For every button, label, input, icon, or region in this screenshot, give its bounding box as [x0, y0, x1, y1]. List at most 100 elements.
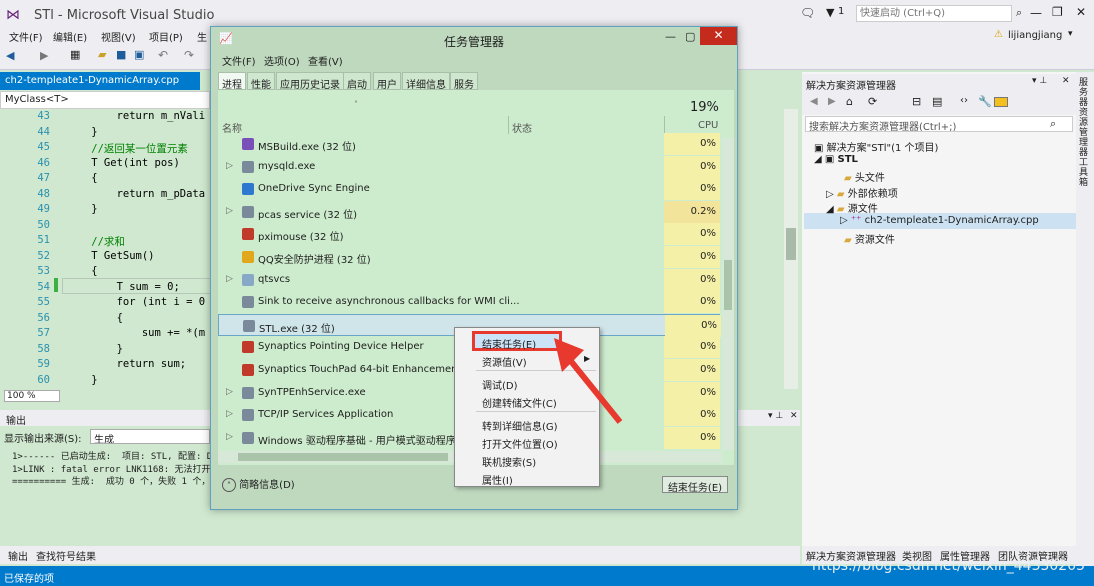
tab-startup[interactable]: 启动 [343, 72, 371, 91]
preview-icon[interactable] [994, 97, 1008, 107]
pin-icon[interactable]: ▾ ⊥ [1032, 76, 1047, 86]
code-line[interactable]: } [66, 203, 97, 215]
code-line[interactable]: return sum; [66, 358, 187, 370]
code-line[interactable]: //返回某一位置元素 [66, 141, 188, 156]
minimize-button[interactable]: — [665, 30, 676, 43]
home-icon[interactable]: ⌂ [846, 95, 853, 108]
document-tab[interactable]: ch2-templeate1-DynamicArray.cpp [0, 72, 200, 90]
panel-close-icon[interactable]: ✕ [790, 411, 798, 421]
code-line[interactable]: } [66, 374, 97, 386]
process-row[interactable]: QQ安全防护进程 (32 位) 0% [218, 246, 720, 268]
task-manager-title-bar[interactable]: 📈 任务管理器 — ▢ [211, 27, 737, 51]
tab-services[interactable]: 服务 [450, 72, 478, 91]
expand-chevron-icon[interactable]: ▷ [226, 206, 233, 216]
process-row[interactable]: Sink to receive asynchronous callbacks f… [218, 291, 720, 314]
expand-chevron-icon[interactable]: ▷ [226, 161, 233, 171]
side-strip-label[interactable]: 服务器资源管理器 工具箱 [1079, 78, 1091, 188]
new-project-icon[interactable]: ▦ [70, 48, 80, 61]
maximize-button[interactable]: ▢ [685, 30, 695, 43]
redo-icon[interactable]: ↷ [184, 48, 194, 62]
close-button[interactable]: ✕ [1076, 5, 1086, 19]
user-name[interactable]: lijiangjiang [1008, 30, 1062, 41]
code-line[interactable]: { [66, 312, 123, 324]
expand-chevron-icon[interactable]: ▷ [226, 409, 233, 419]
forward-icon[interactable]: ▶ [828, 96, 836, 107]
process-row[interactable]: MSBuild.exe (32 位) 0% [218, 133, 720, 155]
process-row[interactable]: pximouse (32 位) 0% [218, 223, 720, 246]
tree-folder-external[interactable]: ▷ ▰ 外部依赖项 [826, 185, 898, 200]
tm-menu-file[interactable]: 文件(F) [222, 53, 256, 68]
expand-chevron-icon[interactable]: ▷ [226, 387, 233, 397]
tree-folder-headers[interactable]: ▰ 头文件 [844, 169, 885, 184]
collapse-all-icon[interactable]: ⊟ [912, 95, 921, 108]
code-line[interactable]: for (int i = 0 [66, 296, 206, 308]
view-code-icon[interactable]: ‹› [960, 95, 968, 106]
output-source-select[interactable]: 生成 [90, 429, 210, 444]
save-all-icon[interactable]: ▣ [134, 48, 144, 61]
code-line[interactable]: } [66, 343, 123, 355]
close-button[interactable]: ✕ [700, 27, 737, 45]
scrollbar-thumb[interactable] [724, 260, 732, 310]
forward-icon[interactable]: ▶ [40, 49, 48, 62]
open-icon[interactable]: ▰ [98, 48, 106, 61]
feedback-icon[interactable]: 🗨 [800, 6, 815, 20]
tm-menu-view[interactable]: 查看(V) [308, 53, 343, 68]
code-line[interactable]: { [66, 265, 97, 277]
pin-icon[interactable]: ▾ ⊥ [768, 411, 783, 421]
end-task-button[interactable]: 结束任务(E) [662, 476, 728, 493]
ctx-properties[interactable]: 属性(I) [482, 472, 513, 487]
search-icon[interactable]: ⌕ [1016, 6, 1022, 20]
chevron-down-icon[interactable]: ▾ [1068, 29, 1073, 39]
ctx-resource-values[interactable]: 资源值(V) [482, 354, 527, 369]
show-all-files-icon[interactable]: ▤ [932, 95, 942, 108]
back-icon[interactable]: ◀ [6, 49, 14, 62]
solution-search-input[interactable]: 搜索解决方案资源管理器(Ctrl+;) [805, 116, 1073, 132]
ctx-end-task[interactable]: 结束任务(E) [482, 336, 536, 351]
menu-file[interactable]: 文件(F) [4, 29, 48, 44]
tab-processes[interactable]: 进程 [218, 72, 246, 91]
ctx-open-file-location[interactable]: 打开文件位置(O) [482, 436, 558, 451]
expand-chevron-icon[interactable]: ▷ [226, 274, 233, 284]
tab-performance[interactable]: 性能 [247, 72, 275, 91]
code-line[interactable]: T sum = 0; [66, 281, 180, 293]
tree-file-cpp[interactable]: ▷ ⁺⁺ ch2-templeate1-DynamicArray.cpp [840, 215, 1039, 226]
ctx-debug[interactable]: 调试(D) [482, 377, 518, 392]
notification-flag-icon[interactable]: ▼ [826, 6, 834, 19]
side-tool-strip[interactable]: 服务器资源管理器 工具箱 [1076, 72, 1094, 566]
code-line[interactable]: { [66, 172, 97, 184]
save-icon[interactable]: ■ [116, 48, 126, 61]
column-cpu[interactable]: CPU [698, 120, 718, 131]
search-icon[interactable]: ⌕ [1050, 117, 1056, 131]
process-list-scrollbar[interactable] [722, 138, 734, 450]
process-row[interactable]: ▷ qtsvcs 0% [218, 268, 720, 291]
scrollbar-thumb[interactable] [238, 453, 448, 461]
code-line[interactable]: return m_nVali [66, 110, 206, 122]
undo-icon[interactable]: ↶ [158, 48, 168, 62]
code-line[interactable]: //求和 [66, 234, 125, 249]
tm-menu-options[interactable]: 选项(O) [264, 53, 300, 68]
sync-icon[interactable]: ⟳ [868, 95, 877, 108]
tree-folder-resources[interactable]: ▰ 资源文件 [844, 231, 895, 246]
class-navigation-dropdown[interactable]: MyClass<T> [0, 91, 210, 109]
ctx-search-online[interactable]: 联机搜索(S) [482, 454, 536, 469]
zoom-level-dropdown[interactable]: 100 % [4, 390, 60, 402]
menu-project[interactable]: 项目(P) [144, 29, 188, 44]
quick-launch-input[interactable] [856, 5, 1012, 22]
tree-project-stl[interactable]: ◢ ▣ STL [814, 154, 858, 165]
menu-view[interactable]: 视图(V) [96, 29, 141, 44]
minimize-button[interactable]: — [1030, 6, 1042, 20]
process-row[interactable]: OneDrive Sync Engine 0% [218, 178, 720, 201]
tab-users[interactable]: 用户 [373, 72, 401, 91]
panel-close-icon[interactable]: ✕ [1062, 76, 1070, 86]
maximize-button[interactable]: ❐ [1052, 5, 1063, 19]
process-row[interactable]: ▷ mysqld.exe 0% [218, 155, 720, 178]
code-line[interactable]: T GetSum() [66, 250, 154, 262]
properties-icon[interactable]: 🔧 [978, 95, 992, 108]
process-row[interactable]: ▷ pcas service (32 位) 0.2% [218, 200, 720, 223]
code-line[interactable]: } [66, 126, 97, 138]
tab-details[interactable]: 详细信息 [402, 72, 450, 91]
fewer-details-toggle[interactable]: ˄ 简略信息(D) [222, 476, 295, 492]
code-line[interactable]: return m_pData [66, 188, 206, 200]
editor-scrollbar-thumb[interactable] [786, 228, 796, 260]
tree-folder-source[interactable]: ◢ ▰ 源文件 [826, 200, 878, 215]
